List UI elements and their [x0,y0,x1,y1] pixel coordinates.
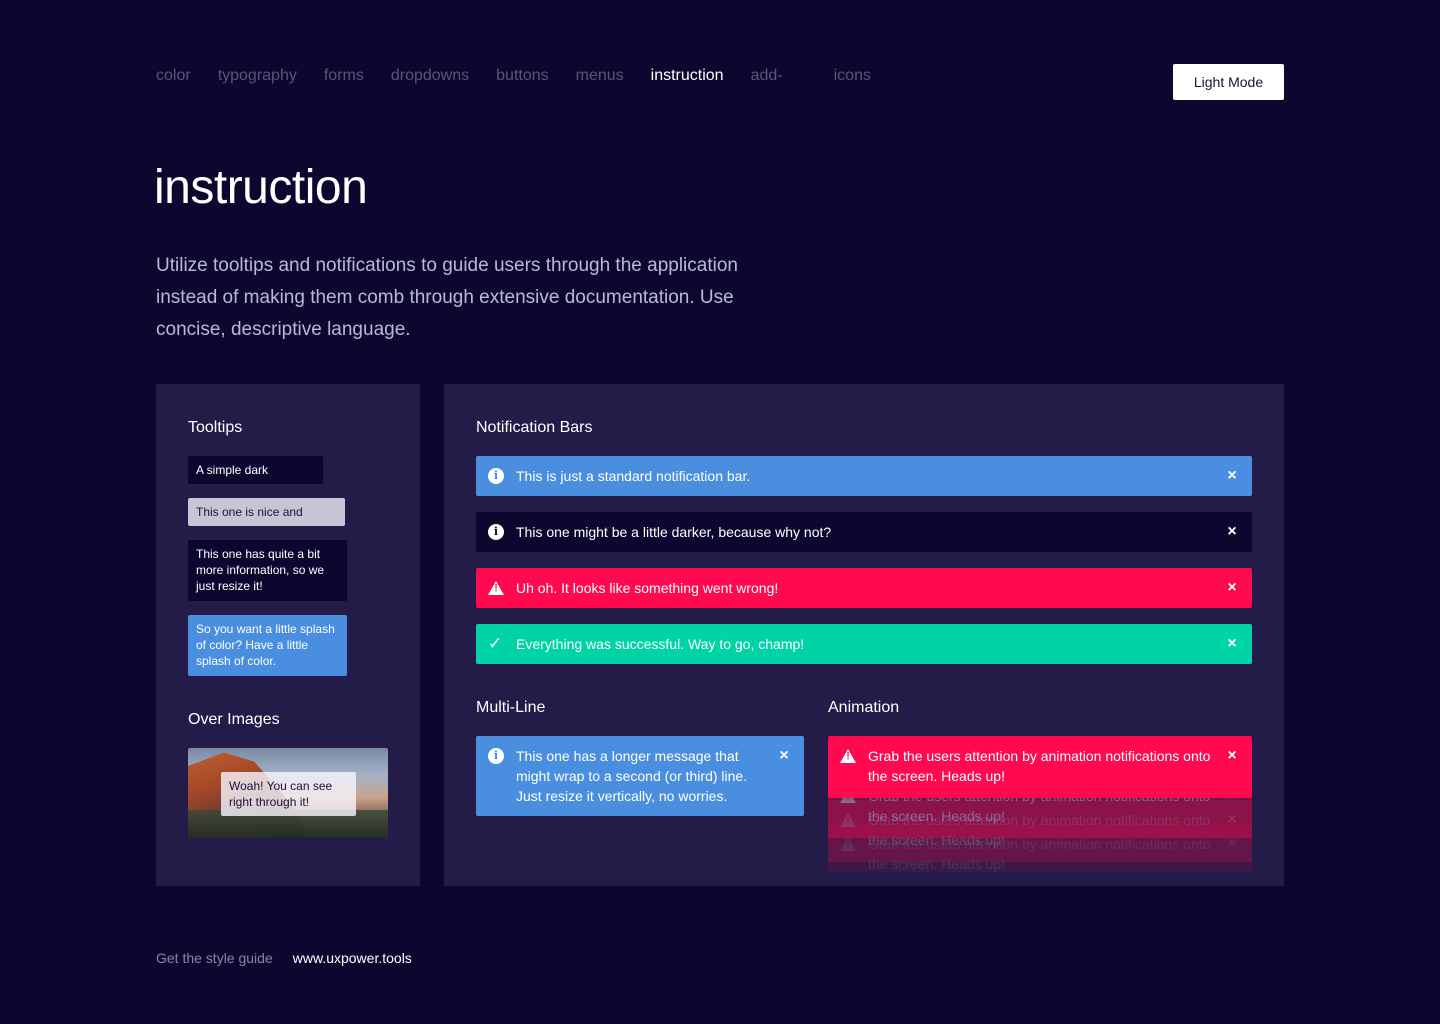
notification-message: Uh oh. It looks like something went wron… [516,580,779,596]
notification-multi-line: i This one has a longer message that mig… [476,736,804,816]
notification-bar-error: ! Uh oh. It looks like something went wr… [476,568,1252,608]
notification-message: This one has a longer message that might… [516,748,748,804]
page-intro: Utilize tooltips and notifications to gu… [156,255,738,340]
nav-item-add-ons[interactable]: add- [751,67,783,85]
notifications-panel: Notification Bars i This is just a stand… [444,384,1284,886]
light-mode-button[interactable]: Light Mode [1173,64,1284,100]
warning-icon: ! [840,749,856,763]
nav-item-dropdowns[interactable]: dropdowns [391,67,469,85]
tooltip-blue: So you want a little splash of color? Ha… [188,615,347,676]
notification-bar-dark: i This one might be a little darker, bec… [476,512,1252,552]
nav-item-menus[interactable]: menus [576,67,624,85]
footer-link[interactable]: www.uxpower.tools [293,950,412,966]
warning-icon: ! [488,581,504,595]
info-icon: i [488,524,504,540]
nav-item-buttons[interactable]: buttons [496,67,548,85]
footer-label: Get the style guide [156,950,273,966]
tooltips-panel: Tooltips i A simple dark i This one is n… [156,384,420,886]
info-icon: i [488,468,504,484]
nav-item-color[interactable]: color [156,67,191,85]
nav-item-icons[interactable]: icons [834,67,871,85]
check-icon: ✓ [488,634,503,653]
notification-bars-heading: Notification Bars [476,419,593,436]
close-icon[interactable]: × [1224,635,1240,653]
page-title: instruction [154,161,368,214]
tooltip-multiline: This one has quite a bit more informatio… [188,540,347,601]
notification-animated: ! Grab the users attention by animation … [828,736,1252,798]
close-icon[interactable]: × [776,746,792,766]
warning-mark: ! [846,751,850,762]
tooltip-dark: A simple dark [188,456,323,484]
top-nav: color typography forms dropdowns buttons… [156,64,898,88]
notification-message: This is just a standard notification bar… [516,468,751,484]
close-icon[interactable]: × [1224,523,1240,541]
nav-item-typography[interactable]: typography [218,67,297,85]
info-icon: i [488,748,504,764]
notification-message: Grab the users attention by animation no… [868,748,1211,784]
animation-heading: Animation [828,699,900,716]
tooltip-light: This one is nice and [188,498,345,526]
notification-message: Everything was successful. Way to go, ch… [516,636,805,652]
footer: Get the style guide www.uxpower.tools [156,950,412,966]
notification-bar-info: i This is just a standard notification b… [476,456,1252,496]
nav-item-forms[interactable]: forms [324,67,364,85]
notification-message: This one might be a little darker, becau… [516,524,832,540]
close-icon[interactable]: × [1224,467,1240,485]
notification-bar-success: ✓ Everything was successful. Way to go, … [476,624,1252,664]
close-icon[interactable]: × [1224,579,1240,597]
warning-mark: ! [494,583,498,594]
animation-demo: ! Grab the users attention by animation … [828,736,1252,872]
multi-line-heading: Multi-Line [476,699,546,716]
landscape-image: Woah! You can see right through it! [188,748,388,838]
nav-item-instruction[interactable]: instruction [651,67,724,85]
image-tooltip: Woah! You can see right through it! [221,772,356,816]
over-images-heading: Over Images [188,711,280,728]
close-icon[interactable]: × [1224,746,1240,766]
tooltips-heading: Tooltips [188,419,243,436]
